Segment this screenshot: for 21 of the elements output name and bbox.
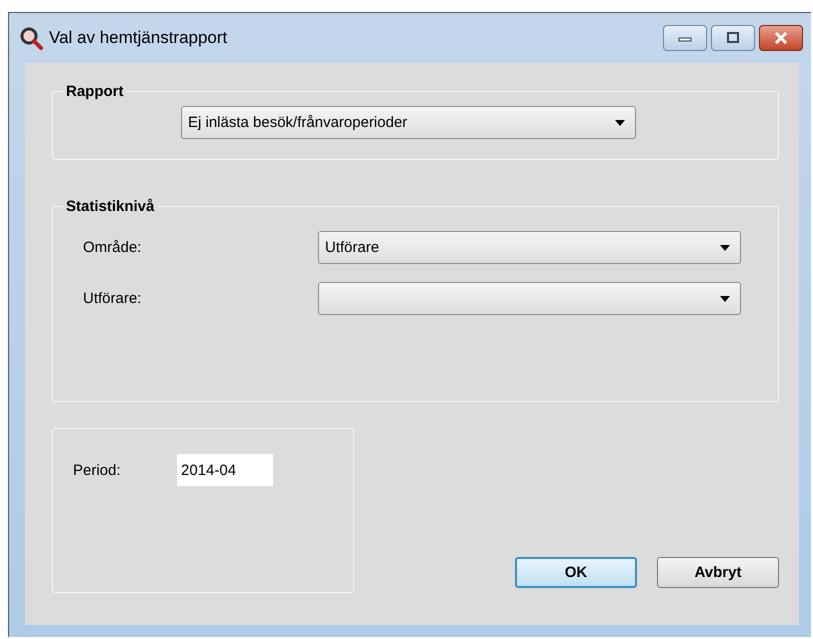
dropdown[interactable]: Utförare: [318, 231, 741, 264]
minimize-button[interactable]: [663, 25, 707, 51]
group-title: Statistiknivå: [65, 198, 156, 215]
dropdown-arrow-icon: [720, 296, 730, 302]
field-label: Område:: [83, 239, 142, 256]
close-icon: [773, 32, 789, 44]
close-button[interactable]: [759, 25, 803, 51]
window-title: Val av hemtjänstrapport: [49, 28, 228, 48]
magnifier-icon: [19, 26, 45, 50]
report-dropdown[interactable]: Ej inlästa besök/frånvaroperioder: [181, 106, 636, 139]
maximize-button[interactable]: [711, 25, 755, 51]
dropdown-arrow-icon: [720, 244, 730, 250]
dropdown[interactable]: [318, 282, 741, 315]
dropdown-arrow-icon: [615, 120, 625, 126]
ok-button[interactable]: OK: [515, 557, 637, 588]
group-title: Rapport: [65, 83, 124, 100]
period-field[interactable]: 2014-04: [177, 454, 273, 486]
maximize-icon: [726, 32, 740, 44]
cancel-button[interactable]: Avbryt: [657, 557, 779, 588]
field-label: Utförare:: [83, 290, 142, 307]
field-label: Period:: [73, 462, 122, 478]
